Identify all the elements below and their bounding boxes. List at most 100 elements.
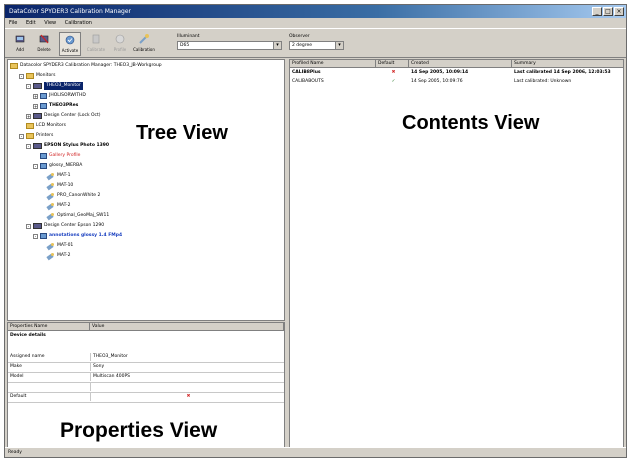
collapse-icon[interactable]: - [33,233,38,239]
tree-view-label: Tree View [136,122,228,144]
tree-item-label: MAT-01 [57,243,74,248]
col-header-created[interactable]: Created [409,60,512,68]
contents-view-pane[interactable]: Profiled Name Default Created Summary CA… [289,59,624,448]
tree-item[interactable]: MAT-2 [40,252,70,260]
contents-cell-default-mark: ✓ [391,79,396,84]
tree-item[interactable]: + JHOLISORWITHD [33,92,86,100]
tree-item-label: JHOLISORWITHD [49,93,86,98]
prop-value[interactable]: Sony [90,363,284,371]
collapse-icon[interactable]: - [26,83,31,89]
profile-button[interactable]: Profile [109,32,131,56]
tree-item[interactable]: - glossy_NIERBA [33,162,82,170]
prop-section-title: Device details [10,333,46,338]
calibration-icon [47,172,55,180]
tree-item[interactable]: - annotations glossy 1.4 FMp4 [33,232,122,240]
menu-calibration[interactable]: Calibration [65,20,92,26]
tree-item[interactable]: - Design Center Epson 1290 [26,222,104,230]
tree-item-label: THEO3_Monitor [44,82,83,90]
tree-item[interactable]: MAT-01 [40,242,73,250]
display-icon [40,233,47,239]
tree-item-label: Optimal_GeoMaj_SW11 [57,213,110,218]
tree-item-label: Design Center Epson 1290 [44,223,105,228]
collapse-icon[interactable]: - [26,223,31,229]
menu-file[interactable]: File [9,20,17,26]
collapse-icon[interactable]: - [26,143,31,149]
col-header-summary[interactable]: Summary [512,60,623,68]
maximize-button[interactable]: □ [603,7,613,16]
folder-icon [26,133,34,139]
contents-cell-name[interactable]: CALIBABOUTS [290,78,376,86]
tree-item[interactable]: MAT-1 [40,172,70,180]
tree-item[interactable]: Gallery Profile [33,152,80,160]
tree-item-label: annotations glossy 1.4 FMp4 [49,233,123,238]
tree-item-label: glossy_NIERBA [49,163,83,168]
tree-item[interactable]: + Design Center (Lock Oct) [26,112,101,120]
title-bar: DataColor SPYDER3 Calibration Manager _ … [5,5,626,18]
tree-item[interactable]: MAT-2 [40,202,70,210]
tree-item-label: MAT-10 [57,183,74,188]
expand-icon[interactable]: + [33,93,38,99]
tree-item[interactable]: PRO_CanonWhite 2 [40,192,100,200]
activate-button[interactable]: Activate [59,32,81,56]
tree-item[interactable]: MAT-10 [40,182,73,190]
tree-item[interactable]: LCD Monitors [19,122,66,130]
prop-value[interactable]: THEO3_Monitor [90,353,284,361]
tree-item[interactable]: - THEO3_Monitor [26,82,83,90]
folder-icon [26,73,34,79]
menu-view[interactable]: View [44,20,56,26]
col-header-name[interactable]: Profiled Name [290,60,376,68]
tree-item-label: THEO3PRes [49,103,79,108]
delete-label: Delete [37,47,51,52]
window-title: DataColor SPYDER3 Calibration Manager [9,8,132,15]
contents-cell-created: 14 Sep 2005, 10:09:76 [411,79,463,84]
calibration-icon [47,212,55,220]
prop-value[interactable] [90,383,284,391]
app-window: DataColor SPYDER3 Calibration Manager _ … [4,4,627,458]
expand-icon[interactable]: + [33,103,38,109]
tree-item[interactable]: - EPSON Stylus Photo 1390 [26,142,109,150]
profile-icon [115,34,125,44]
calibration-icon [47,242,55,250]
tree-item[interactable]: - Printers [19,132,53,140]
prop-value[interactable]: Multiscan 400PS [90,373,284,381]
observer-select[interactable]: 2 degree ▾ [289,41,344,50]
calibration-button[interactable]: Calibration [133,32,155,56]
tree-item[interactable]: + THEO3PRes [33,102,78,110]
tree-item[interactable]: - Monitors [19,72,55,80]
collapse-icon[interactable]: - [33,163,38,169]
status-bar: Ready [5,447,626,457]
prop-header-value[interactable]: Value [90,323,284,331]
tree-root[interactable]: Datacolor SPYDER3 Calibration Manager: T… [10,62,162,70]
profile-label: Profile [113,47,127,52]
device-icon [33,223,42,229]
device-icon [33,83,42,89]
calibrate-button[interactable]: Calibrate [85,32,107,56]
calibration-icon [47,202,55,210]
prop-name: Default [10,394,27,399]
chevron-down-icon: ▾ [335,42,343,49]
collapse-icon[interactable]: - [19,133,24,139]
delete-button[interactable]: Delete [33,32,55,56]
contents-cell-default-mark: ✖ [391,70,396,75]
contents-cell-summary: Last calibrated: Unknown [514,79,572,84]
device-icon [33,113,42,119]
menu-edit[interactable]: Edit [26,20,36,26]
calibration-icon [47,252,55,260]
illuminant-select[interactable]: D65 ▾ [177,41,282,50]
expand-icon[interactable]: + [26,113,31,119]
tree-item[interactable]: Optimal_GeoMaj_SW11 [40,212,109,220]
menu-bar: File Edit View Calibration [5,18,626,28]
contents-cell-name[interactable]: CALIB8Plus [290,69,376,77]
collapse-icon[interactable]: - [19,73,24,79]
minimize-button[interactable]: _ [592,7,602,16]
properties-view-pane[interactable]: Properties Name Value Device details Ass… [7,322,285,448]
tree-item-label: MAT-2 [57,253,71,258]
add-button[interactable]: Add [9,32,31,56]
col-header-default[interactable]: Default [376,60,409,68]
prop-header-name[interactable]: Properties Name [8,323,90,331]
prop-value[interactable]: ✖ [90,393,284,401]
prop-name: Model [10,374,24,379]
tree-view-pane[interactable]: Datacolor SPYDER3 Calibration Manager: T… [7,59,285,321]
close-button[interactable]: × [614,7,624,16]
tree-item-label: PRO_CanonWhite 2 [57,193,101,198]
